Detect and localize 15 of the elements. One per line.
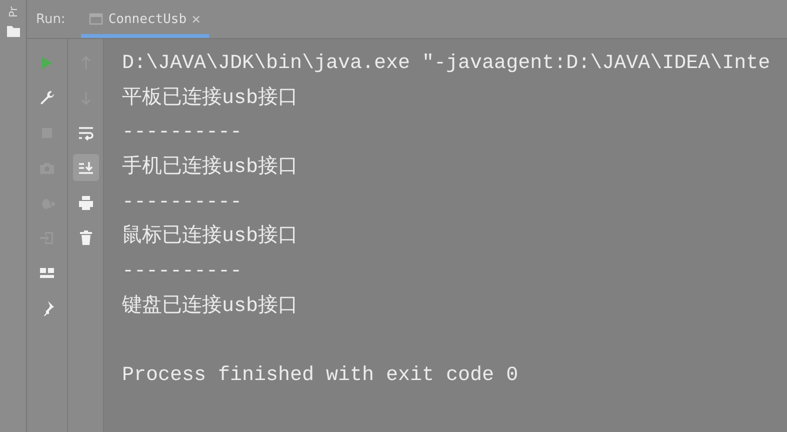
console-line: 鼠标已连接usb接口 bbox=[122, 223, 300, 250]
folder-icon bbox=[6, 26, 20, 37]
console-line: ---------- bbox=[122, 259, 244, 286]
console-line: D:\JAVA\JDK\bin\java.exe "-javaagent:D:\JAVA\IDEA\Inte bbox=[122, 51, 772, 77]
console-line: ---------- bbox=[122, 190, 244, 216]
scroll-to-end-icon[interactable] bbox=[72, 154, 98, 181]
close-icon[interactable]: × bbox=[192, 10, 201, 28]
console-line: Process finished with exit code 0 bbox=[122, 363, 520, 390]
console-line: 平板已连接usb接口 bbox=[122, 85, 300, 112]
console-line: 手机已连接usb接口 bbox=[122, 154, 300, 182]
console-icon bbox=[89, 12, 104, 26]
project-tab[interactable]: Pr bbox=[5, 5, 21, 19]
console-line: ---------- bbox=[122, 120, 244, 146]
console-line: 键盘已连接usb接口 bbox=[122, 293, 300, 320]
panel-title: Run: bbox=[35, 10, 66, 28]
